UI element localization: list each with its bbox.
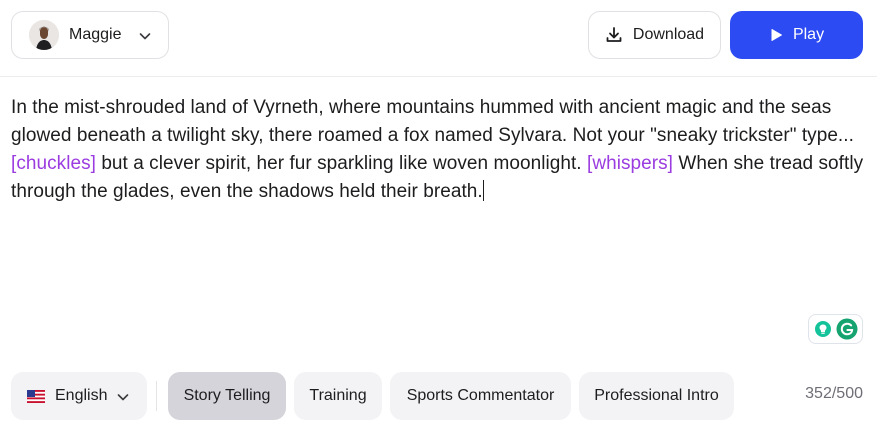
- us-flag-icon: [27, 389, 45, 403]
- script-text: In the mist-shrouded land of Vyrneth, wh…: [11, 97, 854, 146]
- voice-selector[interactable]: Maggie: [11, 11, 169, 59]
- play-button[interactable]: Play: [730, 11, 863, 59]
- download-icon: [606, 27, 622, 42]
- script-editor[interactable]: In the mist-shrouded land of Vyrneth, wh…: [11, 94, 869, 206]
- preset-training[interactable]: Training: [294, 372, 382, 420]
- download-button[interactable]: Download: [588, 11, 721, 59]
- character-counter: 352/500: [805, 385, 863, 402]
- play-label: Play: [792, 26, 825, 43]
- script-text: but a clever spirit, her fur sparkling l…: [95, 153, 587, 174]
- language-selector[interactable]: English: [11, 372, 147, 420]
- play-icon: [771, 29, 782, 41]
- top-toolbar: Maggie Download Play: [0, 0, 877, 77]
- text-cursor: [482, 180, 484, 201]
- chevron-down-icon: [117, 394, 129, 401]
- grammarly-icon: [836, 318, 857, 340]
- voice-name: Maggie: [69, 26, 122, 43]
- emotion-tag-chuckles: [chuckles]: [11, 153, 96, 174]
- download-label: Download: [632, 26, 705, 43]
- toolbar-divider: [156, 381, 157, 411]
- chevron-down-icon: [139, 33, 151, 40]
- voice-avatar: [29, 20, 59, 50]
- grammarly-widget[interactable]: [808, 314, 863, 344]
- language-label: English: [55, 387, 108, 404]
- emotion-tag-whispers: [whispers]: [586, 153, 674, 174]
- preset-story-telling[interactable]: Story Telling: [168, 372, 286, 420]
- preset-professional-intro[interactable]: Professional Intro: [579, 372, 734, 420]
- preset-sports-commentator[interactable]: Sports Commentator: [390, 372, 571, 420]
- lightbulb-icon: [814, 321, 831, 337]
